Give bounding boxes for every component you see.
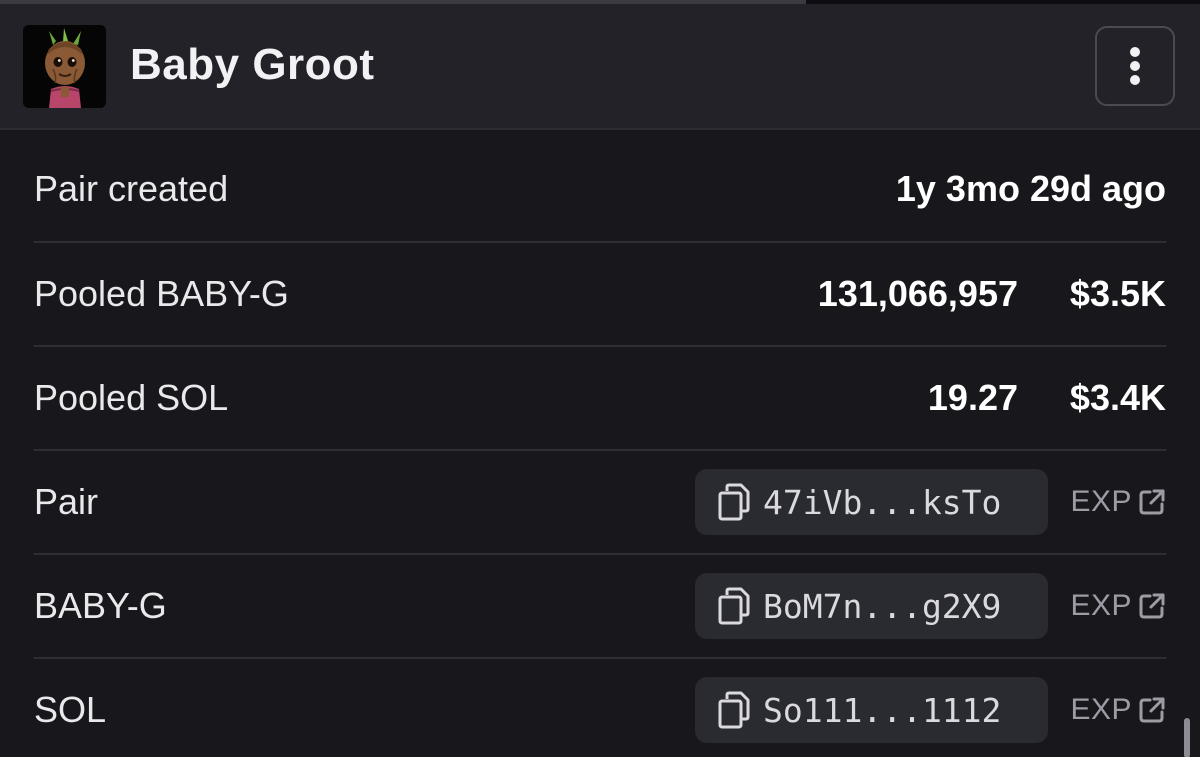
sol-address: So111...1112: [763, 690, 1002, 730]
copy-pair-address-button[interactable]: 47iVb...ksTo: [695, 469, 1048, 535]
sol-explorer-label: EXP: [1070, 693, 1132, 726]
pair-explorer-label: EXP: [1070, 485, 1132, 518]
pooled-sol-amount: 19.27: [927, 377, 1018, 418]
copy-icon: [718, 587, 750, 625]
copy-icon: [718, 691, 750, 729]
scrollbar-thumb[interactable]: [1184, 718, 1190, 757]
row-pair-created: Pair created 1y 3mo 29d ago: [34, 137, 1166, 243]
copy-icon: [718, 483, 750, 521]
row-pooled-sol: Pooled SOL 19.27 $3.4K: [34, 347, 1166, 451]
pair-created-value: 1y 3mo 29d ago: [895, 168, 1166, 209]
pair-details-list: Pair created 1y 3mo 29d ago Pooled BABY-…: [0, 137, 1200, 757]
copy-token-address-button[interactable]: BoM7n...g2X9: [695, 573, 1048, 639]
pair-created-label: Pair created: [34, 168, 229, 209]
pair-explorer-link[interactable]: EXP: [1070, 485, 1166, 519]
external-link-icon: [1139, 593, 1165, 619]
row-token-address: BABY-G BoM7n...g2X9 EXP: [34, 555, 1166, 659]
pooled-token-label: Pooled BABY-G: [34, 273, 289, 314]
external-link-icon: [1139, 697, 1165, 723]
row-pair-address: Pair 47iVb...ksTo EXP: [34, 451, 1166, 555]
pair-info-panel: Baby Groot Pair created 1y 3mo 29d ago P…: [0, 0, 1200, 757]
token-title: Baby Groot: [130, 40, 375, 89]
sol-explorer-link[interactable]: EXP: [1070, 693, 1166, 727]
pooled-token-usd: $3.5K: [1069, 273, 1166, 314]
row-pooled-token: Pooled BABY-G 131,066,957 $3.5K: [34, 243, 1166, 347]
baby-groot-avatar: [23, 25, 106, 108]
row-sol-address: SOL So111...1112 EXP: [34, 659, 1166, 757]
external-link-icon: [1139, 489, 1165, 515]
sol-label: SOL: [34, 689, 107, 730]
pair-address: 47iVb...ksTo: [763, 482, 1002, 522]
token-label: BABY-G: [34, 585, 167, 626]
pooled-token-amount: 131,066,957: [817, 273, 1018, 314]
token-address: BoM7n...g2X9: [763, 586, 1002, 626]
token-explorer-link[interactable]: EXP: [1070, 589, 1166, 623]
token-header: Baby Groot: [0, 4, 1200, 130]
token-explorer-label: EXP: [1070, 589, 1132, 622]
pair-label: Pair: [34, 481, 99, 522]
pooled-sol-label: Pooled SOL: [34, 377, 229, 418]
copy-sol-address-button[interactable]: So111...1112: [695, 677, 1048, 743]
token-avatar: [23, 25, 106, 108]
more-options-button[interactable]: [1095, 26, 1175, 106]
vertical-ellipsis-icon: [1130, 47, 1140, 85]
pooled-sol-usd: $3.4K: [1069, 377, 1166, 418]
